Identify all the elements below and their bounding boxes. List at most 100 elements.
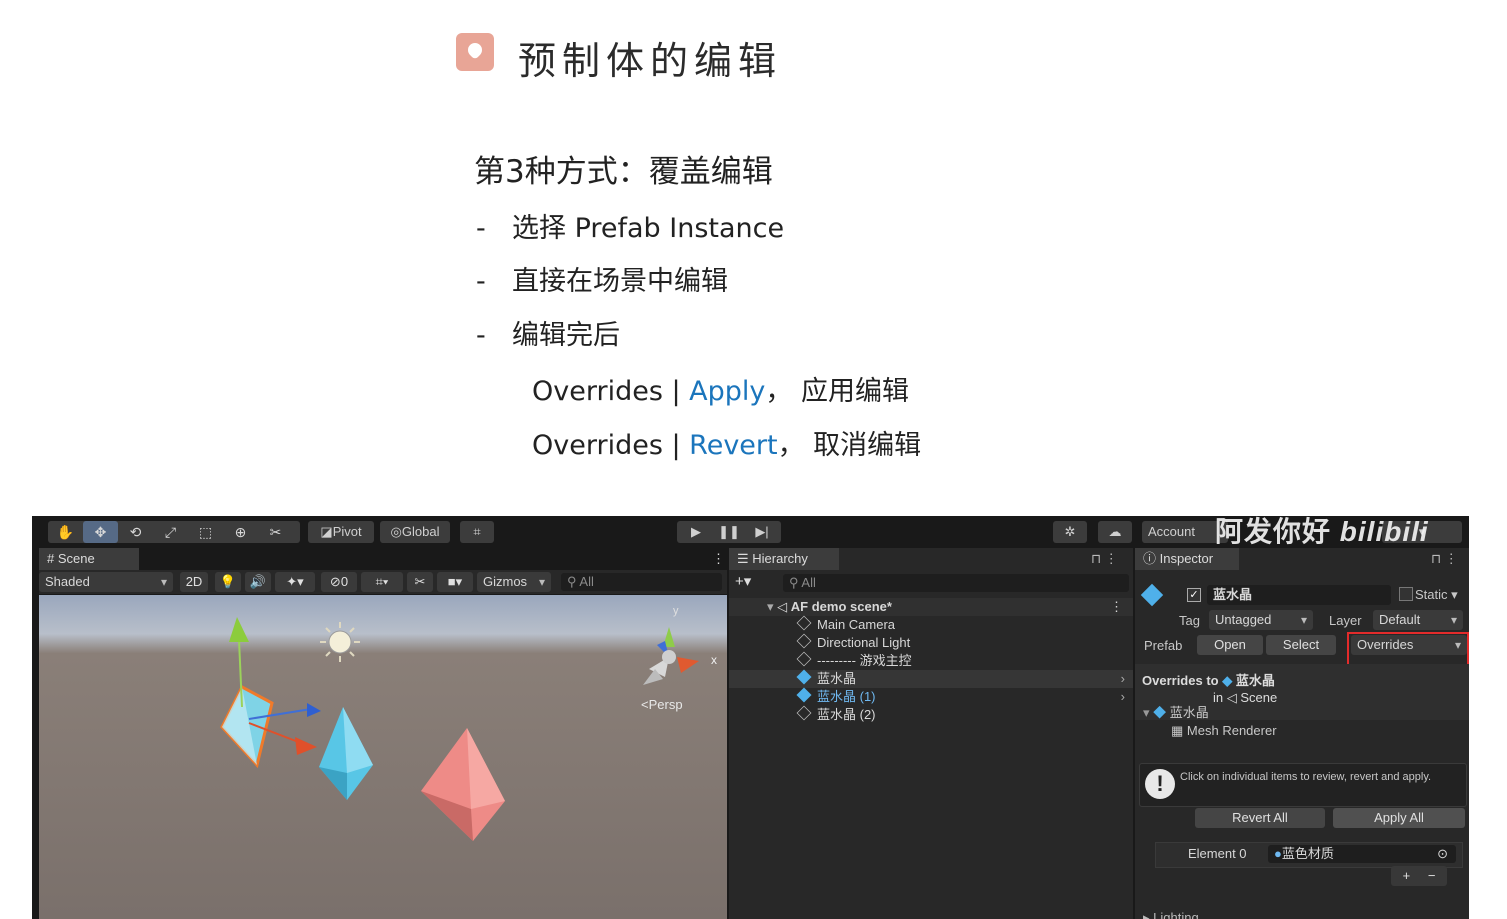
- gameobject-icon: [796, 633, 812, 649]
- grid-snap-icon[interactable]: ⌗: [460, 521, 494, 543]
- scene-search-input[interactable]: ⚲ All: [561, 573, 722, 591]
- remove-button[interactable]: −: [1428, 868, 1436, 883]
- prefab-icon: [796, 669, 812, 685]
- tab-hierarchy[interactable]: ☰ Hierarchy: [729, 548, 839, 570]
- main-toolbar: ✋ ✥ ⟲ ⤢ ⬚ ⊕ ✂ ◪Pivot ◎Global ⌗ ▶ ❚❚ ▶| ✲ ☁ Accou…: [32, 516, 1469, 548]
- active-checkbox[interactable]: ✓: [1187, 588, 1201, 602]
- highlight-box: [1347, 632, 1469, 667]
- inspector-panel: ⓘ Inspector ⊓ ⋮ ✓ 蓝水晶 Static ▾ Tag Untag…: [1135, 548, 1469, 919]
- lighting-section[interactable]: ▸ Lighting: [1143, 910, 1199, 919]
- play-icon[interactable]: ▶: [680, 521, 713, 543]
- layer-label: Layer: [1329, 613, 1362, 628]
- rotate-tool-icon[interactable]: ⟲: [118, 521, 153, 543]
- hidden-count[interactable]: ⊘0: [321, 572, 357, 592]
- info-icon: !: [1145, 769, 1175, 799]
- info-box: ! Click on individual items to review, r…: [1139, 763, 1467, 807]
- list-item[interactable]: Main Camera: [729, 615, 1133, 634]
- add-button[interactable]: +: [1403, 868, 1411, 883]
- in-scene-label: in ◁ Scene: [1213, 690, 1278, 705]
- hierarchy-panel: ☰ Hierarchy ⊓ ⋮ +▾ ⚲ All ▾ ◁ AF demo sce…: [729, 548, 1133, 919]
- transform-tools: ✋ ✥ ⟲ ⤢ ⬚ ⊕ ✂: [48, 521, 300, 543]
- custom-tool-icon[interactable]: ✂: [258, 521, 293, 543]
- select-button[interactable]: Select: [1266, 635, 1336, 655]
- pivot-icon: ◪: [320, 524, 333, 539]
- list-item[interactable]: --------- 游戏主控: [729, 651, 1133, 670]
- light-gizmo-icon[interactable]: [320, 622, 360, 662]
- more-icon[interactable]: ⋮: [704, 548, 726, 570]
- bullet-item: - 直接在场景中编辑: [476, 266, 728, 297]
- cloud-icon[interactable]: ☁: [1098, 521, 1132, 543]
- axis-y-label: y: [673, 605, 679, 617]
- orientation-gizmo[interactable]: [643, 627, 699, 685]
- list-item[interactable]: 蓝水晶 (1) ›: [729, 687, 1133, 706]
- blue-crystal[interactable]: [319, 707, 373, 800]
- element-label: Element 0: [1188, 846, 1247, 861]
- layer-dropdown[interactable]: Default: [1373, 610, 1463, 630]
- scene-viewport[interactable]: y x <Persp: [39, 595, 727, 919]
- slide-subtitle: 第3种方式：覆盖编辑: [474, 154, 773, 190]
- move-tool-icon[interactable]: ✥: [83, 521, 118, 543]
- static-checkbox[interactable]: [1399, 587, 1413, 601]
- info-text: Click on individual items to review, rev…: [1180, 771, 1432, 783]
- effects-icon[interactable]: ✦▾: [275, 572, 315, 592]
- globe-icon: ◎: [390, 524, 402, 539]
- pivot-button[interactable]: ◪Pivot: [308, 521, 374, 543]
- red-crystal[interactable]: [421, 728, 505, 841]
- list-item[interactable]: 蓝水晶 (2): [729, 705, 1133, 724]
- watermark: 阿发你好 bilibili: [1215, 516, 1429, 547]
- mesh-renderer-icon: ▦: [1171, 723, 1184, 738]
- transform-tool-icon[interactable]: ⊕: [223, 521, 258, 543]
- tag-dropdown[interactable]: Untagged: [1209, 610, 1313, 630]
- list-item[interactable]: 蓝水晶 ›: [729, 669, 1133, 688]
- collab-icon[interactable]: ✲: [1053, 521, 1087, 543]
- prefab-label: Prefab: [1144, 638, 1183, 653]
- revert-all-button[interactable]: Revert All: [1195, 808, 1325, 828]
- global-button[interactable]: ◎Global: [380, 521, 450, 543]
- selected-crystal[interactable]: [220, 617, 321, 769]
- static-dropdown[interactable]: Static ▾: [1415, 587, 1458, 603]
- add-remove-controls: + −: [1391, 866, 1447, 886]
- prefab-cube-icon: [1140, 583, 1164, 607]
- persp-label[interactable]: <Persp: [641, 697, 683, 712]
- step-icon[interactable]: ▶|: [746, 521, 779, 543]
- scene-row[interactable]: ▾ ◁ AF demo scene* ⋮: [729, 598, 1133, 616]
- material-element-row: Element 0 ●蓝色材质 ⊙: [1155, 842, 1463, 868]
- 2d-toggle[interactable]: 2D: [180, 572, 208, 592]
- hierarchy-toolbar: +▾ ⚲ All: [729, 570, 1133, 594]
- shading-dropdown[interactable]: Shaded: [39, 572, 173, 592]
- gameobject-icon: [796, 705, 812, 721]
- tab-inspector[interactable]: ⓘ Inspector: [1135, 548, 1239, 570]
- create-icon[interactable]: +▾: [735, 572, 751, 590]
- tools-icon[interactable]: ✂: [407, 572, 433, 592]
- rect-tool-icon[interactable]: ⬚: [188, 521, 223, 543]
- gameobject-icon: [796, 651, 812, 667]
- pause-icon[interactable]: ❚❚: [713, 521, 746, 543]
- open-button[interactable]: Open: [1197, 635, 1263, 655]
- scale-tool-icon[interactable]: ⤢: [153, 521, 188, 543]
- gameobject-icon: [796, 615, 812, 631]
- grid-icon[interactable]: ⌗▾: [361, 572, 403, 592]
- play-controls: ▶ ❚❚ ▶|: [677, 521, 781, 543]
- material-field[interactable]: ●蓝色材质 ⊙: [1268, 845, 1456, 863]
- override-tree-child[interactable]: ▦ Mesh Renderer: [1171, 723, 1277, 739]
- gizmos-dropdown[interactable]: Gizmos: [477, 572, 551, 592]
- hierarchy-search-input[interactable]: ⚲ All: [783, 574, 1129, 592]
- object-name-field[interactable]: 蓝水晶: [1207, 585, 1391, 605]
- lock-icon[interactable]: ⊓ ⋮: [1431, 551, 1458, 567]
- audio-icon[interactable]: 🔊: [245, 572, 271, 592]
- lock-icon[interactable]: ⊓ ⋮: [1091, 551, 1118, 567]
- bullet-item: - 选择 Prefab Instance: [476, 213, 785, 244]
- axis-x-label: x: [711, 653, 717, 667]
- override-tree-root[interactable]: ▾ ◆ 蓝水晶: [1143, 702, 1209, 721]
- tag-label: Tag: [1179, 613, 1200, 628]
- apply-all-button[interactable]: Apply All: [1333, 808, 1465, 828]
- title-icon: [456, 33, 494, 71]
- unity-scene-icon: ◁: [777, 599, 788, 614]
- list-item[interactable]: Directional Light: [729, 633, 1133, 652]
- overrides-to-label: Overrides to ◆ 蓝水晶: [1142, 673, 1275, 688]
- camera-icon[interactable]: ■▾: [437, 572, 473, 592]
- bullet-item: - 编辑完后: [476, 320, 620, 351]
- lighting-icon[interactable]: 💡: [215, 572, 241, 592]
- hand-tool-icon[interactable]: ✋: [48, 521, 83, 543]
- tab-scene[interactable]: # Scene: [39, 548, 139, 570]
